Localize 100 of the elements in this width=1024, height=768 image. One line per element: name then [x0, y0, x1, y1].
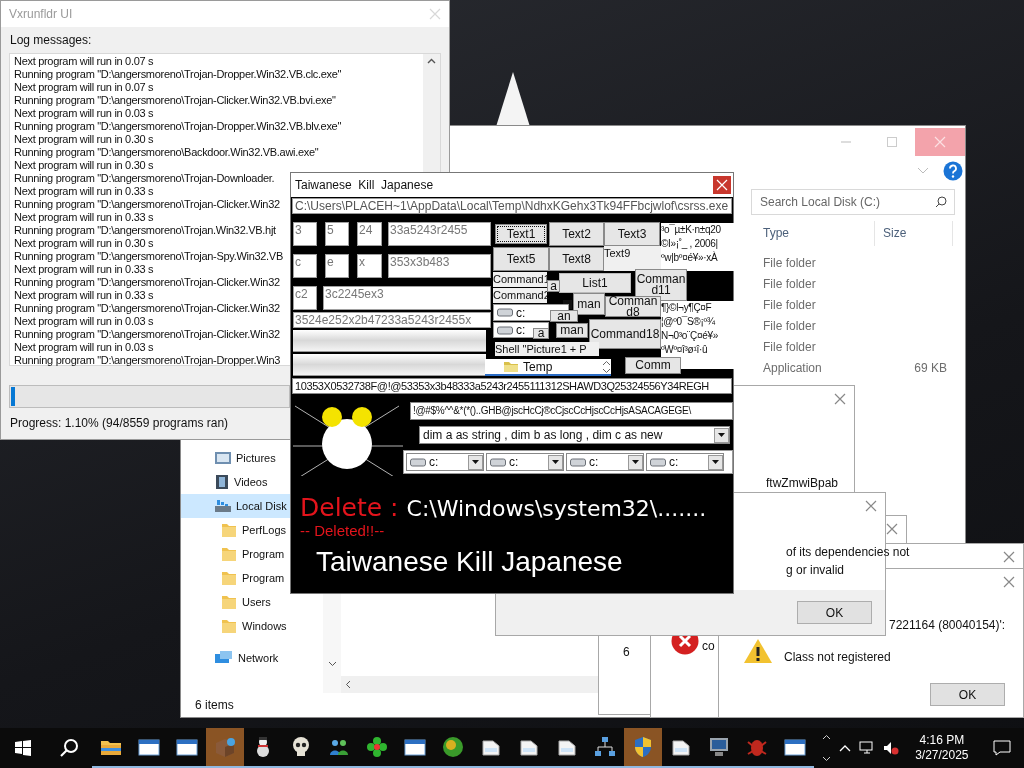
text-field[interactable]: 3c2245ex3 — [323, 286, 491, 310]
log-line: Running program "D:\angersmoreno\Trojan-Dropper.Win32.VB.blv.exe" — [14, 120, 342, 133]
close-button[interactable] — [1003, 576, 1015, 588]
help-icon — [943, 161, 963, 181]
window-icon — [175, 738, 198, 756]
chevron-down-icon — [327, 661, 337, 667]
command-button[interactable]: man — [556, 323, 588, 338]
progress-status: Progress: 1.10% (94/8559 programs ran) — [10, 415, 230, 432]
deleted-text: -- Deleted!!-- — [300, 522, 385, 540]
caret-icon — [632, 460, 639, 464]
text-field[interactable]: 33a5243r2455 — [388, 222, 491, 246]
text-field[interactable]: c — [293, 254, 317, 278]
command-button[interactable]: Text1 — [495, 224, 547, 244]
command-button[interactable]: Command18 — [589, 319, 661, 349]
ok-button[interactable]: OK — [930, 683, 1005, 706]
ok-button[interactable]: OK — [797, 601, 872, 624]
sidebar-item[interactable]: PerfLogs — [181, 518, 291, 542]
log-line: Next program will run in 0.07 s — [14, 55, 154, 68]
caret-icon — [472, 460, 479, 464]
command-button[interactable]: an — [550, 310, 578, 322]
table-cell-text: File folder — [762, 296, 817, 314]
dialog-message: 6 — [623, 644, 630, 661]
command-button[interactable]: Text2 — [549, 222, 604, 246]
log-line: Next program will run in 0.33 s — [14, 185, 154, 198]
drive-label: c: — [516, 322, 526, 339]
text-field[interactable]: 3 — [293, 222, 317, 246]
text-field[interactable]: x — [357, 254, 382, 278]
search-icon — [58, 738, 79, 758]
close-button[interactable] — [834, 393, 846, 405]
close-icon — [716, 179, 728, 191]
command-button[interactable]: Text5 — [493, 247, 549, 271]
drive-combo[interactable]: c: — [646, 453, 724, 471]
clock[interactable]: 4:16 PM 3/27/2025 — [903, 733, 981, 763]
folder-list[interactable]: Temp — [485, 359, 611, 376]
command-button[interactable]: Comm — [625, 357, 681, 374]
sidebar-item[interactable]: Videos — [181, 470, 291, 494]
code-combo[interactable]: dim a as string , dim b as long , dim c as new — [419, 426, 730, 444]
table-cell-text: File folder — [762, 338, 817, 356]
text-field[interactable]: 5 — [325, 222, 349, 246]
drive-combo[interactable]: c: — [486, 453, 564, 471]
dialog-message: 7221164 (80040154)': — [889, 617, 1006, 634]
pictures-icon — [214, 451, 232, 465]
sidebar-item[interactable]: Pictures — [181, 446, 291, 470]
text-field[interactable]: 353x3b483 — [388, 254, 491, 278]
table-cell-text: File folder — [762, 275, 817, 293]
log-line: Next program will run in 0.03 s — [14, 107, 154, 120]
monitor-icon — [859, 741, 876, 755]
column-header[interactable]: Size — [875, 221, 953, 246]
drive-combo[interactable]: c: — [566, 453, 644, 471]
log-line: Running program "D:\angersmoreno\Trojan-Clicker.Win32.VB.bvi.exe" — [14, 94, 336, 107]
text-field[interactable]: c2 — [293, 286, 317, 310]
command-button[interactable]: a — [547, 280, 560, 292]
log-line: Next program will run in 0.33 s — [14, 211, 154, 224]
garbled-text: ¶}©l¬y¶Ç¤F — [661, 301, 712, 315]
form-label: Text9 — [604, 246, 661, 271]
text-field[interactable]: 3524e252x2b47233a5243r2455x — [293, 312, 491, 328]
taskbar-app-button[interactable] — [205, 728, 244, 768]
folder-icon — [221, 522, 237, 538]
folder-label: Temp — [523, 358, 553, 376]
caret-icon — [552, 460, 559, 464]
delete-label: Delete : — [300, 494, 399, 522]
command-button[interactable]: Text8 — [549, 247, 604, 271]
close-button[interactable] — [886, 523, 898, 535]
close-icon — [1003, 576, 1015, 588]
warning-icon — [743, 638, 773, 664]
log-line: Next program will run in 0.33 s — [14, 263, 154, 276]
window-icon — [783, 738, 806, 756]
drive-combo[interactable]: c: — [406, 453, 484, 471]
command-button[interactable]: man — [573, 293, 605, 315]
column-header[interactable]: Type — [755, 221, 875, 246]
text-field[interactable]: 24 — [357, 222, 382, 246]
folder-icon — [503, 360, 519, 373]
command-button[interactable]: Text3 — [604, 222, 660, 246]
folder-icon — [221, 618, 237, 634]
sidebar-item[interactable]: Network — [181, 646, 291, 670]
shield-icon — [632, 736, 653, 758]
message-icon — [993, 740, 1011, 756]
close-button[interactable] — [1003, 551, 1015, 563]
status-text: 6 items — [195, 697, 234, 714]
text-field[interactable]: e — [325, 254, 349, 278]
close-icon — [886, 523, 898, 535]
sidebar-item[interactable]: Windows — [181, 614, 291, 638]
sidebar-item[interactable]: Local Disk — [181, 494, 291, 518]
folder-icon — [221, 594, 237, 610]
dialog-message: co — [702, 638, 715, 655]
close-button[interactable] — [865, 500, 877, 512]
close-button[interactable] — [713, 176, 731, 194]
sidebar-item[interactable]: Users — [181, 590, 291, 614]
log-line: Running program "D:\angersmoreno\Trojan-Spy.Win32.VB — [14, 250, 283, 263]
sidebar-item[interactable]: Program — [181, 542, 291, 566]
chevron-down-icon — [821, 756, 831, 762]
command-button[interactable]: a — [533, 328, 549, 339]
form-label: Command1 — [493, 272, 547, 287]
taskbar-app-button[interactable] — [623, 728, 662, 768]
caret-icon — [712, 460, 719, 464]
close-icon — [834, 393, 846, 405]
command-button[interactable]: Command8 — [605, 296, 661, 317]
search-field[interactable]: Search Local Disk (C:) — [751, 189, 955, 215]
sidebar-item[interactable]: Program — [181, 566, 291, 590]
list-box[interactable]: List1 — [559, 273, 631, 293]
